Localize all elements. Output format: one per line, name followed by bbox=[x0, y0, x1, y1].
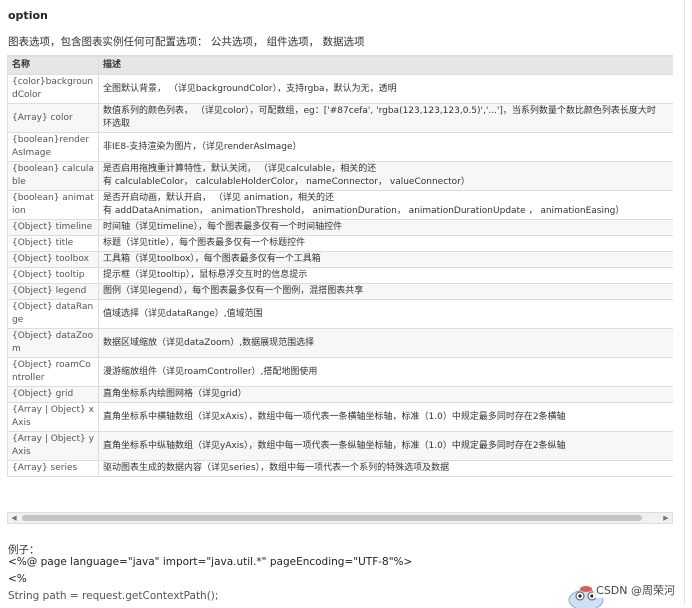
option-name: {boolean} calculable bbox=[7, 161, 99, 191]
option-name: {Array} color bbox=[7, 103, 99, 133]
option-name: {Array | Object} yAxis bbox=[7, 431, 99, 461]
options-table-container[interactable]: 名称 描述 {color}backgroundColor 全图默认背景， （详见b… bbox=[7, 55, 673, 512]
description-line: 工具箱（详见toolbox），每个图表最多仅有一个工具箱 bbox=[103, 254, 321, 264]
header-name: 名称 bbox=[7, 56, 99, 75]
option-description: 图例（详见legend），每个图表最多仅有一个图例，混搭图表共享 bbox=[98, 283, 673, 300]
description-line: 环选取 bbox=[103, 119, 131, 129]
option-description: 值域选择（详见dataRange）,值域范围 bbox=[98, 299, 673, 329]
option-description: 漫游缩放组件（详见roamController）,搭配地图使用 bbox=[98, 357, 673, 387]
header-description: 描述 bbox=[98, 56, 673, 75]
option-name: {Array} series bbox=[7, 460, 99, 477]
example-label: 例子： bbox=[8, 544, 40, 556]
intro-text: 图表选项，包含图表实例任何可配置选项： 公共选项， 组件选项， 数据选项 bbox=[8, 36, 365, 48]
option-description: 直角坐标系内绘图网格（详见grid） bbox=[98, 386, 673, 403]
scroll-right-icon[interactable]: ▶ bbox=[660, 513, 672, 523]
option-name: {boolean} animation bbox=[7, 190, 99, 220]
option-name: {Object} dataRange bbox=[7, 299, 99, 329]
table-row: {Object} grid 直角坐标系内绘图网格（详见grid） bbox=[7, 386, 673, 403]
table-row: {Array} color 数值系列的颜色列表， （详见color），可配数组，e… bbox=[7, 103, 673, 133]
table-row: {Object} tooltip 提示框（详见tooltip），鼠标悬浮交互时的信… bbox=[7, 267, 673, 284]
description-line: 标题（详见title），每个图表最多仅有一个标题控件 bbox=[103, 238, 306, 248]
option-name: {Object} legend bbox=[7, 283, 99, 300]
description-line: 图例（详见legend），每个图表最多仅有一个图例，混搭图表共享 bbox=[103, 286, 364, 296]
description-line: 数值系列的颜色列表， （详见color），可配数组，eg：['#87cefa',… bbox=[103, 106, 656, 116]
option-name: {color}backgroundColor bbox=[7, 74, 99, 104]
description-line: 是否开启动画，默认开启， （详见 animation，相关的还 bbox=[103, 193, 334, 203]
option-description: 直角坐标系中纵轴数组（详见yAxis），数组中每一项代表一条纵轴坐标轴，标准（1… bbox=[98, 431, 673, 461]
description-line: 数据区域缩放（详见dataZoom）,数据展现范围选择 bbox=[103, 337, 315, 348]
table-header-row: 名称 描述 bbox=[7, 56, 673, 75]
table-row: {Object} toolbox 工具箱（详见toolbox），每个图表最多仅有一… bbox=[7, 251, 673, 268]
table-row: {Array | Object} xAxis 直角坐标系中横轴数组（详见xAxis… bbox=[7, 402, 673, 432]
option-description: 非IE8-支持渲染为图片，（详见renderAsImage） bbox=[98, 132, 673, 162]
table-row: {Array} series 驱动图表生成的数据内容（详见series），数组中每… bbox=[7, 460, 673, 477]
page-divider bbox=[684, 0, 685, 605]
table-row: {Object} dataZoom 数据区域缩放（详见dataZoom）,数据展现… bbox=[7, 328, 673, 358]
option-name: {Array | Object} xAxis bbox=[7, 402, 99, 432]
code-line: <%@ page language="java" import="java.ut… bbox=[8, 556, 413, 568]
option-description: 数据区域缩放（详见dataZoom）,数据展现范围选择 bbox=[98, 328, 673, 358]
option-name: {Object} roamController bbox=[7, 357, 99, 387]
table-row: {boolean} calculable 是否启用拖拽重计算特性，默认关闭， （详… bbox=[7, 161, 673, 191]
option-name: {Object} tooltip bbox=[7, 267, 99, 284]
description-line: 驱动图表生成的数据内容（详见series），数组中每一项代表一个系列的特殊选项及… bbox=[103, 463, 450, 473]
description-line: 全图默认背景， （详见backgroundColor），支持rgba，默认为无，… bbox=[103, 83, 397, 94]
page-title: option bbox=[8, 9, 48, 22]
options-table: 名称 描述 {color}backgroundColor 全图默认背景， （详见b… bbox=[7, 56, 673, 477]
description-line: 有 calculableColor， calculableHolderColor… bbox=[103, 177, 470, 187]
code-line: <% bbox=[8, 573, 27, 585]
option-description: 全图默认背景， （详见backgroundColor），支持rgba，默认为无，… bbox=[98, 74, 673, 104]
description-line: 有 addDataAnimation， animationThreshold， … bbox=[103, 206, 625, 216]
description-line: 直角坐标系中纵轴数组（详见yAxis），数组中每一项代表一条纵轴坐标轴，标准（1… bbox=[103, 440, 566, 451]
description-line: 直角坐标系中横轴数组（详见xAxis），数组中每一项代表一条横轴坐标轴，标准（1… bbox=[103, 411, 566, 422]
description-line: 漫游缩放组件（详见roamController）,搭配地图使用 bbox=[103, 366, 318, 377]
option-description: 时间轴（详见timeline），每个图表最多仅有一个时间轴控件 bbox=[98, 219, 673, 236]
option-description: 数值系列的颜色列表， （详见color），可配数组，eg：['#87cefa',… bbox=[98, 103, 673, 133]
description-line: 直角坐标系内绘图网格（详见grid） bbox=[103, 389, 247, 399]
table-row: {Object} legend 图例（详见legend），每个图表最多仅有一个图例… bbox=[7, 283, 673, 300]
table-row: {color}backgroundColor 全图默认背景， （详见backgro… bbox=[7, 74, 673, 104]
table-row: {boolean}renderAsImage 非IE8-支持渲染为图片，（详见re… bbox=[7, 132, 673, 162]
watermark: CSDN @周荣河 bbox=[593, 582, 678, 598]
scrollbar-thumb[interactable] bbox=[22, 515, 642, 521]
table-row: {Object} dataRange 值域选择（详见dataRange）,值域范围 bbox=[7, 299, 673, 329]
option-name: {Object} timeline bbox=[7, 219, 99, 236]
option-name: {Object} grid bbox=[7, 386, 99, 403]
option-name: {Object} title bbox=[7, 235, 99, 252]
option-name: {Object} dataZoom bbox=[7, 328, 99, 358]
option-description: 提示框（详见tooltip），鼠标悬浮交互时的信息提示 bbox=[98, 267, 673, 284]
description-line: 值域选择（详见dataRange）,值域范围 bbox=[103, 308, 263, 319]
option-description: 标题（详见title），每个图表最多仅有一个标题控件 bbox=[98, 235, 673, 252]
horizontal-scrollbar[interactable]: ◀ ▶ bbox=[7, 512, 673, 524]
option-description: 是否启用拖拽重计算特性，默认关闭， （详见calculable，相关的还有 ca… bbox=[98, 161, 673, 191]
code-line: String path = request.getContextPath(); bbox=[8, 590, 219, 602]
table-row: {Object} title 标题（详见title），每个图表最多仅有一个标题控件 bbox=[7, 235, 673, 252]
table-row: {Object} roamController 漫游缩放组件（详见roamCont… bbox=[7, 357, 673, 387]
option-name: {Object} toolbox bbox=[7, 251, 99, 268]
table-row: {boolean} animation 是否开启动画，默认开启， （详见 anim… bbox=[7, 190, 673, 220]
option-description: 直角坐标系中横轴数组（详见xAxis），数组中每一项代表一条横轴坐标轴，标准（1… bbox=[98, 402, 673, 432]
option-description: 是否开启动画，默认开启， （详见 animation，相关的还有 addData… bbox=[98, 190, 673, 220]
description-line: 时间轴（详见timeline），每个图表最多仅有一个时间轴控件 bbox=[103, 222, 343, 232]
scroll-left-icon[interactable]: ◀ bbox=[8, 513, 20, 523]
table-row: {Object} timeline 时间轴（详见timeline），每个图表最多仅… bbox=[7, 219, 673, 236]
description-line: 提示框（详见tooltip），鼠标悬浮交互时的信息提示 bbox=[103, 270, 308, 280]
table-row: {Array | Object} yAxis 直角坐标系中纵轴数组（详见yAxis… bbox=[7, 431, 673, 461]
description-line: 非IE8-支持渲染为图片，（详见renderAsImage） bbox=[103, 141, 302, 152]
option-description: 工具箱（详见toolbox），每个图表最多仅有一个工具箱 bbox=[98, 251, 673, 268]
option-name: {boolean}renderAsImage bbox=[7, 132, 99, 162]
description-line: 是否启用拖拽重计算特性，默认关闭， （详见calculable，相关的还 bbox=[103, 164, 377, 174]
option-description: 驱动图表生成的数据内容（详见series），数组中每一项代表一个系列的特殊选项及… bbox=[98, 460, 673, 477]
